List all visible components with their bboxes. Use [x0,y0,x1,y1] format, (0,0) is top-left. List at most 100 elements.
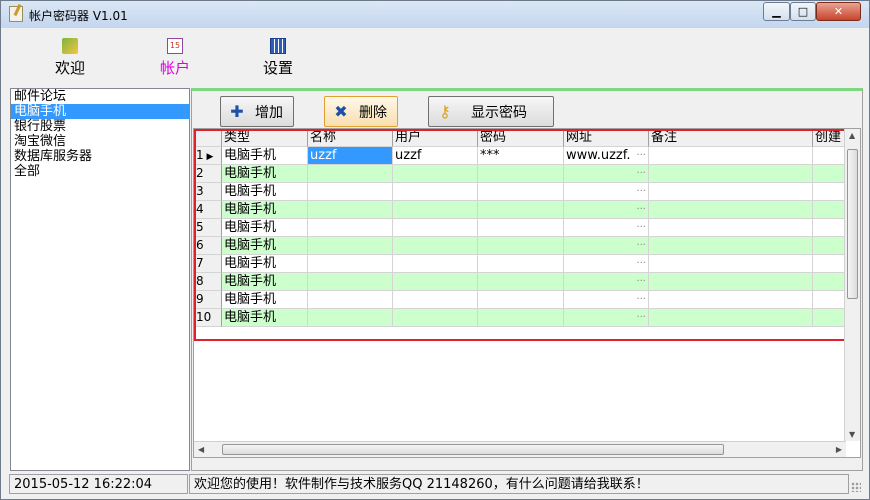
cell-type[interactable]: 电脑手机 [222,147,308,165]
cell-url[interactable]: ··· [564,165,649,183]
cell-url[interactable]: ··· [564,309,649,327]
cell-name[interactable]: uzzf [308,147,393,165]
cell-url[interactable]: ··· [564,273,649,291]
maximize-button[interactable]: □ [790,2,816,21]
cell-note[interactable] [649,219,813,237]
table-row[interactable]: 1 ▶ 电脑手机 uzzf uzzf *** www.uzzf. ··· [194,147,860,165]
scroll-down-icon[interactable]: ▼ [849,430,855,439]
cell-note[interactable] [649,183,813,201]
resize-grip-icon[interactable] [851,482,861,492]
table-row[interactable]: 9 电脑手机 ··· [194,291,860,309]
table-row[interactable]: 5 电脑手机 ··· [194,219,860,237]
cell-name[interactable] [308,309,393,327]
cell-password[interactable]: *** [478,147,564,165]
cell-user[interactable] [393,201,478,219]
ellipsis-button-icon[interactable]: ··· [636,183,646,200]
cell-password[interactable] [478,219,564,237]
cell-note[interactable] [649,165,813,183]
cell-user[interactable] [393,255,478,273]
ellipsis-button-icon[interactable]: ··· [636,201,646,218]
cell-note[interactable] [649,309,813,327]
delete-button[interactable]: ✖ 删除 [324,96,398,127]
cell-type[interactable]: 电脑手机 [222,165,308,183]
cell-name[interactable] [308,255,393,273]
category-list[interactable]: 邮件论坛 电脑手机 银行股票 淘宝微信 数据库服务器 全部 [10,88,190,471]
column-header-url[interactable]: 网址 [564,129,649,147]
table-row[interactable]: 2 电脑手机 ··· [194,165,860,183]
cell-password[interactable] [478,183,564,201]
cell-type[interactable]: 电脑手机 [222,183,308,201]
column-header-type[interactable]: 类型 [222,129,308,147]
scroll-right-icon[interactable]: ▶ [836,445,842,454]
cell-type[interactable]: 电脑手机 [222,291,308,309]
minimize-button[interactable]: ▁ [763,2,790,21]
cell-name[interactable] [308,291,393,309]
cell-note[interactable] [649,273,813,291]
cell-user[interactable] [393,183,478,201]
cell-password[interactable] [478,237,564,255]
ellipsis-button-icon[interactable]: ··· [636,219,646,236]
category-item-computer-phone[interactable]: 电脑手机 [11,104,189,119]
account-grid[interactable]: 类型 名称 用户 密码 网址 备注 创建 1 ▶ 电脑手机 uzzf uzzf *** w… [193,128,861,458]
tab-welcome[interactable]: 欢迎 [35,38,105,78]
cell-url[interactable]: ··· [564,219,649,237]
close-button[interactable]: ✕ [816,2,861,21]
cell-name[interactable] [308,183,393,201]
cell-password[interactable] [478,309,564,327]
table-row[interactable]: 3 电脑手机 ··· [194,183,860,201]
title-bar[interactable]: 帐户密码器 V1.01 ▁ □ ✕ [1,1,869,28]
cell-type[interactable]: 电脑手机 [222,255,308,273]
cell-user[interactable] [393,291,478,309]
cell-user[interactable]: uzzf [393,147,478,165]
cell-password[interactable] [478,255,564,273]
cell-user[interactable] [393,309,478,327]
cell-type[interactable]: 电脑手机 [222,201,308,219]
show-password-button[interactable]: ⚷ 显示密码 [428,96,554,127]
table-row[interactable]: 8 电脑手机 ··· [194,273,860,291]
category-item-all[interactable]: 全部 [11,164,189,179]
cell-name[interactable] [308,201,393,219]
horizontal-scrollbar[interactable]: ◀ ▶ [194,441,846,457]
column-header-password[interactable]: 密码 [478,129,564,147]
column-header-note[interactable]: 备注 [649,129,813,147]
cell-url[interactable]: ··· [564,255,649,273]
cell-password[interactable] [478,273,564,291]
table-row[interactable]: 7 电脑手机 ··· [194,255,860,273]
vertical-scroll-thumb[interactable] [847,149,858,299]
cell-password[interactable] [478,165,564,183]
category-item-bank-stock[interactable]: 银行股票 [11,119,189,134]
cell-note[interactable] [649,291,813,309]
table-row[interactable]: 4 电脑手机 ··· [194,201,860,219]
category-item-database-server[interactable]: 数据库服务器 [11,149,189,164]
cell-user[interactable] [393,219,478,237]
scroll-up-icon[interactable]: ▲ [849,131,855,140]
table-row[interactable]: 10 电脑手机 ··· [194,309,860,327]
horizontal-scroll-thumb[interactable] [222,444,724,455]
cell-note[interactable] [649,255,813,273]
cell-user[interactable] [393,237,478,255]
ellipsis-button-icon[interactable]: ··· [636,309,646,326]
ellipsis-button-icon[interactable]: ··· [636,273,646,290]
ellipsis-button-icon[interactable]: ··· [636,255,646,272]
cell-note[interactable] [649,201,813,219]
tab-account[interactable]: 15 帐户 [140,38,210,78]
ellipsis-button-icon[interactable]: ··· [636,237,646,254]
cell-url[interactable]: ··· [564,183,649,201]
cell-user[interactable] [393,273,478,291]
add-button[interactable]: ✚ 增加 [220,96,294,127]
cell-url[interactable]: ··· [564,201,649,219]
cell-url[interactable]: ··· [564,237,649,255]
cell-type[interactable]: 电脑手机 [222,219,308,237]
cell-note[interactable] [649,237,813,255]
ellipsis-button-icon[interactable]: ··· [636,291,646,308]
cell-password[interactable] [478,201,564,219]
cell-type[interactable]: 电脑手机 [222,237,308,255]
category-item-mail[interactable]: 邮件论坛 [11,89,189,104]
ellipsis-button-icon[interactable]: ··· [636,165,646,182]
vertical-scrollbar[interactable]: ▲ ▼ [844,129,860,441]
tab-settings[interactable]: 设置 [243,38,313,78]
cell-name[interactable] [308,273,393,291]
category-item-taobao-wechat[interactable]: 淘宝微信 [11,134,189,149]
cell-url[interactable]: ··· [564,291,649,309]
table-row[interactable]: 6 电脑手机 ··· [194,237,860,255]
